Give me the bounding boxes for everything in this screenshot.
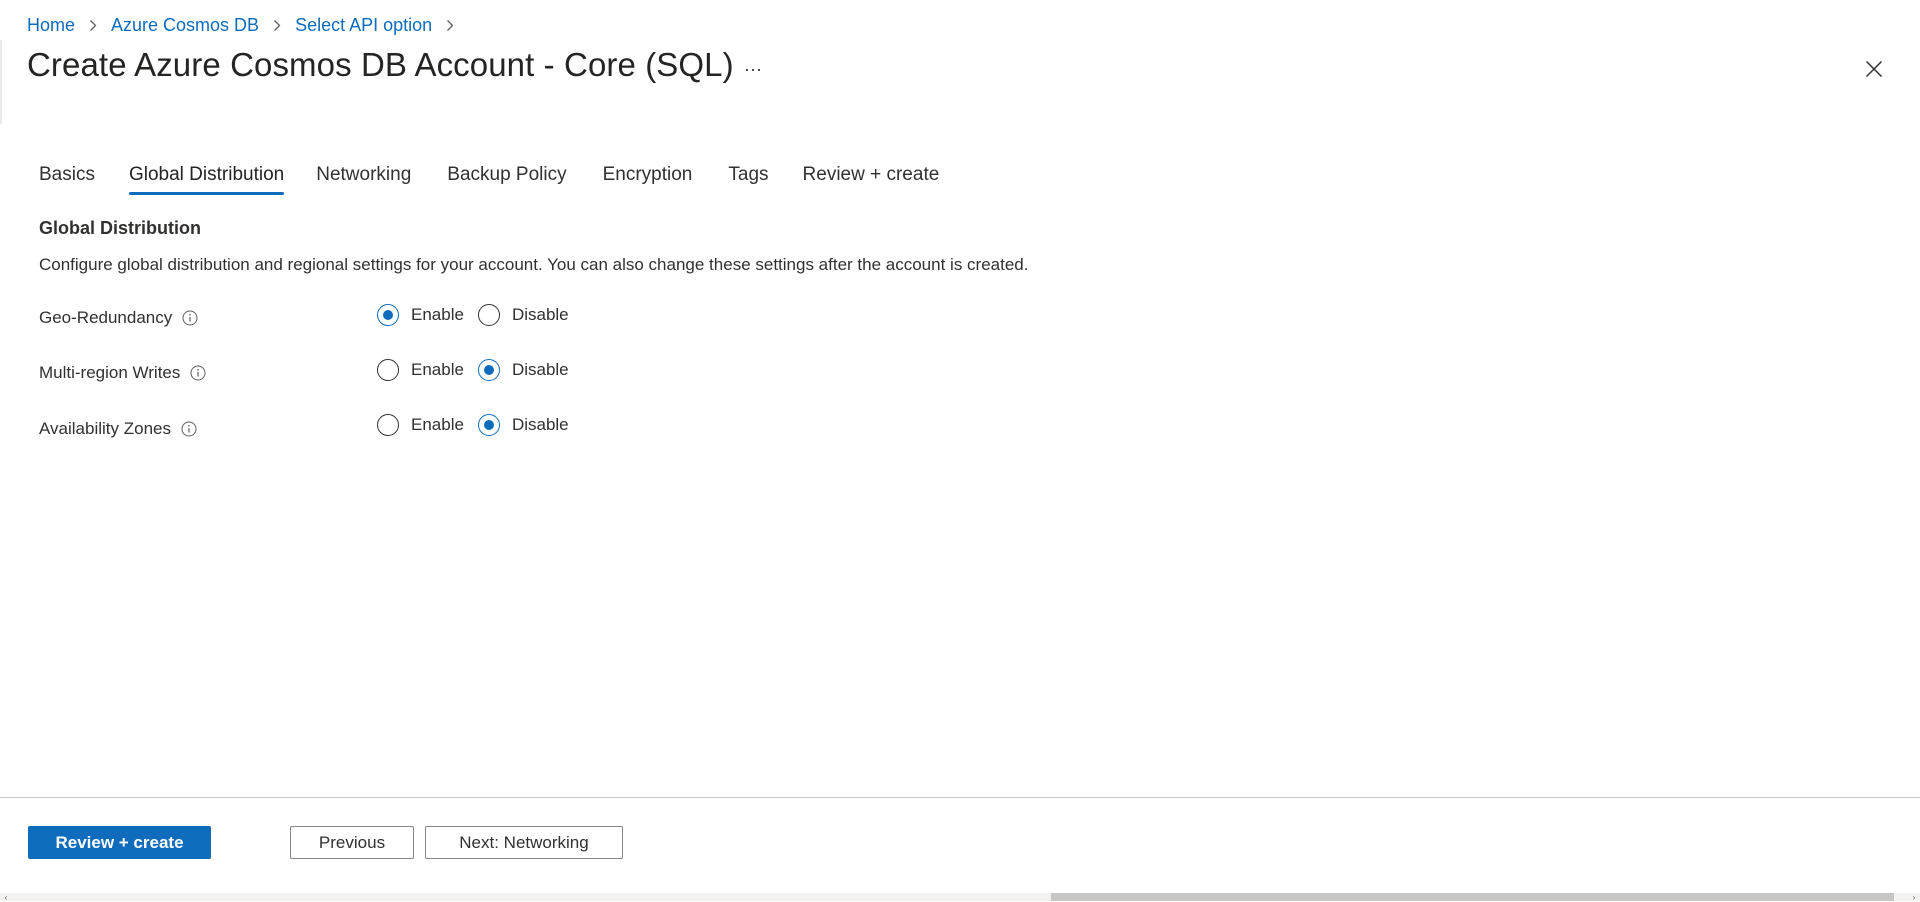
field-label-text: Geo-Redundancy bbox=[39, 308, 173, 327]
radio-label: Disable bbox=[511, 360, 569, 379]
footer-divider bbox=[0, 797, 1920, 798]
field-label-text: Multi-region Writes bbox=[39, 363, 181, 382]
tab-bar: Basics Global Distribution Networking Ba… bbox=[39, 160, 939, 195]
chevron-right-icon bbox=[89, 19, 97, 32]
breadcrumb-home[interactable]: Home bbox=[27, 15, 75, 36]
tab-basics[interactable]: Basics bbox=[39, 160, 95, 195]
horizontal-scrollbar[interactable]: ‹ › bbox=[0, 893, 1920, 902]
info-icon[interactable] bbox=[190, 365, 206, 381]
page-title: Create Azure Cosmos DB Account - Core (S… bbox=[27, 46, 734, 83]
radio-circle bbox=[477, 304, 500, 326]
breadcrumb-select-api-option[interactable]: Select API option bbox=[295, 15, 432, 36]
tab-tags[interactable]: Tags bbox=[728, 160, 768, 195]
radio-circle bbox=[377, 359, 399, 381]
section-description: Configure global distribution and region… bbox=[39, 255, 1029, 274]
tab-review-create[interactable]: Review + create bbox=[803, 160, 940, 195]
radio-label: Enable bbox=[411, 360, 464, 379]
radio-circle bbox=[377, 414, 399, 436]
multi-region-writes-label: Multi-region Writes bbox=[39, 363, 206, 383]
geo-redundancy-radio-group: Enable Disable bbox=[377, 304, 569, 326]
review-create-button[interactable]: Review + create bbox=[28, 826, 211, 859]
tab-backup-policy[interactable]: Backup Policy bbox=[447, 160, 566, 195]
more-options-icon[interactable]: ··· bbox=[738, 54, 768, 84]
availability-zones-disable-radio[interactable]: Disable bbox=[477, 414, 569, 436]
scroll-right-icon[interactable]: › bbox=[1910, 893, 1918, 902]
radio-circle bbox=[477, 359, 500, 381]
chevron-right-icon bbox=[446, 19, 454, 32]
radio-label: Enable bbox=[411, 305, 464, 324]
info-icon[interactable] bbox=[181, 421, 197, 437]
multi-region-writes-disable-radio[interactable]: Disable bbox=[477, 359, 569, 381]
radio-circle bbox=[477, 414, 500, 436]
chevron-right-icon bbox=[273, 19, 281, 32]
tab-encryption[interactable]: Encryption bbox=[603, 160, 693, 195]
info-icon[interactable] bbox=[182, 310, 198, 326]
radio-label: Enable bbox=[411, 415, 464, 434]
radio-circle bbox=[377, 304, 399, 326]
tab-networking[interactable]: Networking bbox=[316, 160, 411, 195]
geo-redundancy-label: Geo-Redundancy bbox=[39, 308, 198, 328]
close-icon[interactable] bbox=[1858, 53, 1890, 85]
geo-redundancy-enable-radio[interactable]: Enable bbox=[377, 304, 464, 326]
scrollbar-thumb[interactable] bbox=[1051, 893, 1894, 901]
breadcrumb: Home Azure Cosmos DB Select API option bbox=[27, 12, 468, 38]
breadcrumb-azure-cosmos-db[interactable]: Azure Cosmos DB bbox=[111, 15, 259, 36]
availability-zones-enable-radio[interactable]: Enable bbox=[377, 414, 464, 436]
multi-region-writes-enable-radio[interactable]: Enable bbox=[377, 359, 464, 381]
next-networking-button[interactable]: Next: Networking bbox=[425, 826, 623, 859]
section-title: Global Distribution bbox=[39, 218, 201, 238]
multi-region-writes-radio-group: Enable Disable bbox=[377, 359, 569, 381]
tab-global-distribution[interactable]: Global Distribution bbox=[128, 160, 285, 195]
availability-zones-label: Availability Zones bbox=[39, 419, 197, 439]
previous-button[interactable]: Previous bbox=[290, 826, 414, 859]
geo-redundancy-disable-radio[interactable]: Disable bbox=[477, 304, 569, 326]
radio-label: Disable bbox=[511, 415, 569, 434]
field-label-text: Availability Zones bbox=[39, 419, 171, 438]
radio-label: Disable bbox=[511, 305, 569, 324]
availability-zones-radio-group: Enable Disable bbox=[377, 414, 569, 436]
scroll-left-icon[interactable]: ‹ bbox=[2, 893, 10, 902]
title-accent-bar bbox=[0, 40, 2, 124]
